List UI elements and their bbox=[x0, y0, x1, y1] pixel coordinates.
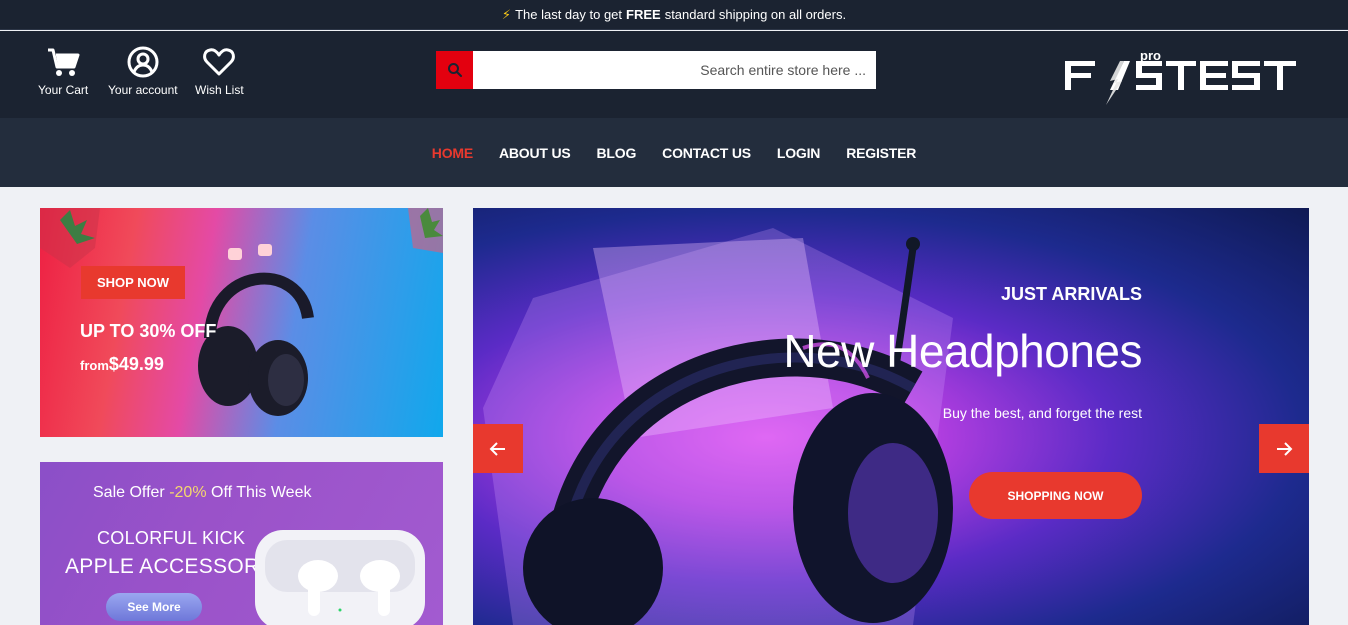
sale-offer-text: Sale Offer -20% Off This Week bbox=[93, 484, 311, 502]
shopping-now-button[interactable]: SHOPPING NOW bbox=[969, 472, 1142, 519]
cart-label: Your Cart bbox=[38, 83, 89, 97]
wishlist-label: Wish List bbox=[195, 83, 244, 97]
site-header: Your Cart Your account Wish List Search … bbox=[0, 31, 1348, 118]
search-button[interactable] bbox=[436, 51, 473, 89]
promo-banner-headphones[interactable]: SHOP NOW UP TO 30% OFF from$49.99 bbox=[40, 208, 443, 437]
slider-prev-button[interactable] bbox=[473, 424, 523, 473]
search-bar bbox=[436, 51, 876, 89]
nav-item-login[interactable]: LOGIN bbox=[777, 145, 821, 161]
search-icon bbox=[447, 63, 462, 78]
price-line: from$49.99 bbox=[80, 354, 164, 375]
cart-icon bbox=[48, 48, 80, 76]
search-input[interactable] bbox=[473, 51, 876, 89]
from-label: from bbox=[80, 358, 109, 373]
promo-banner-airpods[interactable]: Sale Offer -20% Off This Week COLORFUL K… bbox=[40, 462, 443, 625]
account-link[interactable]: Your account bbox=[108, 45, 178, 97]
lightning-icon: ⚡ bbox=[501, 6, 512, 22]
airpods-case-illustration bbox=[255, 530, 425, 625]
nav-item-about-us[interactable]: ABOUT US bbox=[499, 145, 571, 161]
hero-subtitle: Buy the best, and forget the rest bbox=[942, 405, 1142, 421]
announcement-text-after: standard shipping on all orders. bbox=[664, 7, 847, 22]
arrow-left-icon bbox=[489, 441, 505, 456]
wishlist-link[interactable]: Wish List bbox=[195, 45, 244, 97]
discount-headline: UP TO 30% OFF bbox=[80, 321, 217, 341]
site-logo: pro bbox=[1065, 49, 1296, 105]
hero-headphones-illustration bbox=[483, 228, 953, 625]
arrow-right-icon bbox=[1277, 441, 1293, 456]
cart-link[interactable]: Your Cart bbox=[38, 45, 88, 97]
account-label: Your account bbox=[108, 83, 178, 97]
logo-pro-text: pro bbox=[1140, 49, 1161, 63]
nav-item-register[interactable]: REGISTER bbox=[846, 145, 916, 161]
banner2-line1: COLORFUL KICK bbox=[97, 528, 246, 548]
nav-item-home[interactable]: HOME bbox=[432, 145, 473, 161]
price-value: $49.99 bbox=[108, 354, 164, 374]
heart-icon bbox=[203, 48, 236, 76]
shop-now-button[interactable]: SHOP NOW bbox=[81, 266, 185, 299]
announcement-text-bold: FREE bbox=[626, 7, 661, 22]
announcement-text-before: The last day to get bbox=[515, 7, 623, 22]
hero-title: New Headphones bbox=[783, 325, 1142, 377]
nav-item-contact-us[interactable]: CONTACT US bbox=[662, 145, 751, 161]
hero-kicker: JUST ARRIVALS bbox=[1000, 284, 1142, 304]
main-nav: HOME ABOUT US BLOG CONTACT US LOGIN REGISTER bbox=[0, 118, 1348, 187]
sale-before: Sale Offer bbox=[93, 484, 170, 501]
slider-next-button[interactable] bbox=[1259, 424, 1309, 473]
announcement-bar: ⚡ The last day to get FREE standard ship… bbox=[0, 0, 1348, 30]
sale-after: Off This Week bbox=[206, 484, 312, 501]
user-icon bbox=[127, 46, 159, 78]
see-more-button[interactable]: See More bbox=[106, 593, 202, 621]
nav-item-blog[interactable]: BLOG bbox=[597, 145, 637, 161]
sale-percent: -20% bbox=[169, 484, 207, 501]
hero-slider: JUST ARRIVALS New Headphones Buy the bes… bbox=[473, 208, 1309, 625]
